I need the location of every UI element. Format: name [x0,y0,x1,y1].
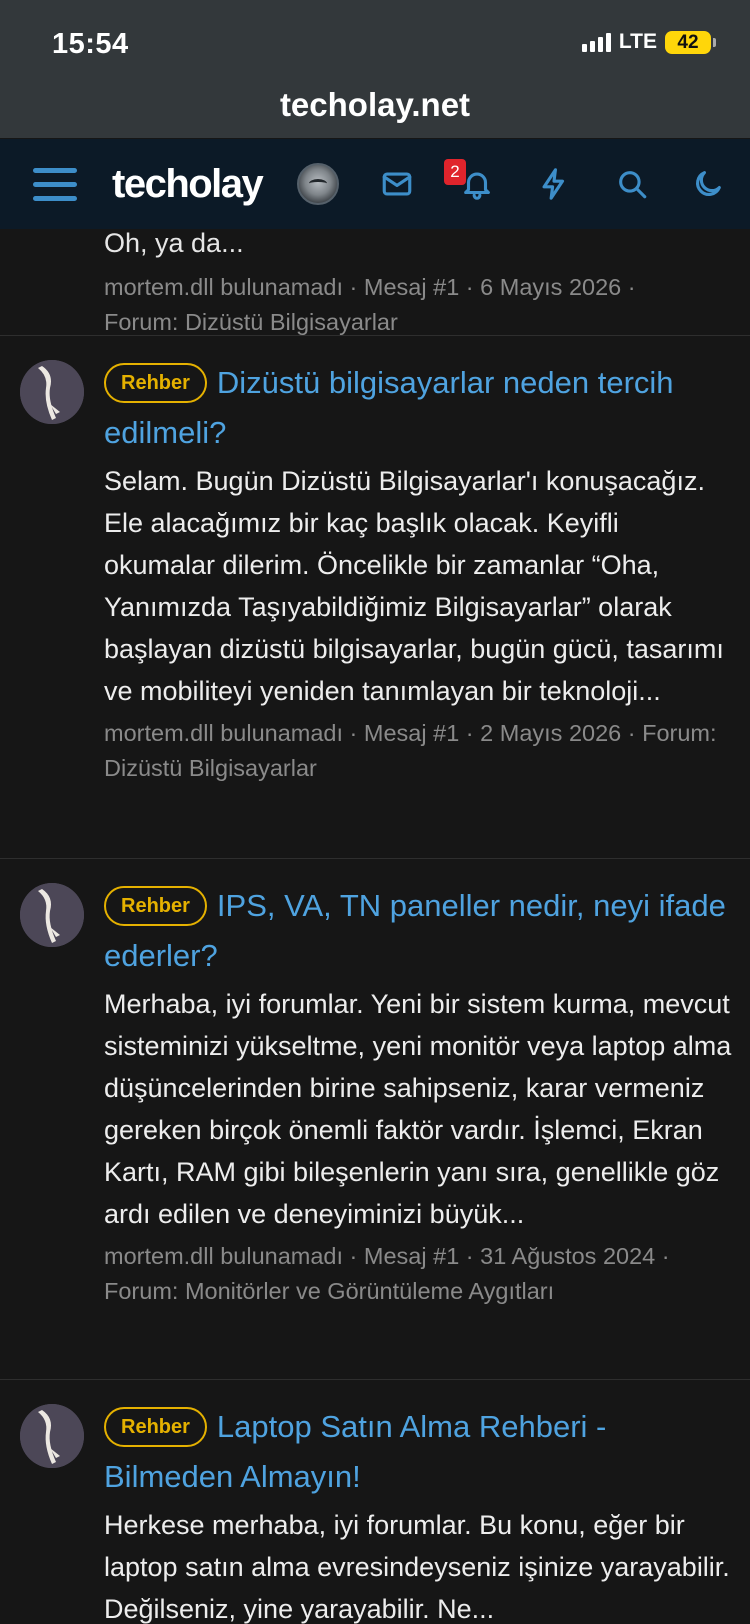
site-navbar: techolay 2 [0,139,750,229]
alert-count-badge: 2 [444,159,466,185]
author-avatar[interactable] [20,360,84,424]
signal-icon [581,32,611,52]
status-bar: 15:54 LTE 42 [0,0,750,88]
result-title[interactable]: Rehber Dizüstü bilgisayarlar neden tercih… [104,358,732,458]
bolt-icon[interactable] [529,139,579,229]
result-meta: mortem.dll bulunamadı · Mesaj #1 · 2 May… [104,720,717,781]
search-result[interactable]: Rehber Laptop Satın Alma Rehberi - Bilmed… [0,1379,750,1624]
status-indicators: LTE 42 [581,30,716,54]
result-title[interactable]: Rehber IPS, VA, TN paneller nedir, neyi i… [104,881,732,981]
battery-icon: 42 [665,30,711,54]
result-snippet: Oh, ya da... [104,229,244,258]
search-result[interactable]: Rehber IPS, VA, TN paneller nedir, neyi i… [0,858,750,1304]
user-avatar-icon[interactable] [297,163,339,205]
rehber-prefix-badge[interactable]: Rehber [104,886,207,926]
search-results: Oh, ya da... mortem.dll bulunamadı · Mes… [0,229,750,1624]
menu-icon[interactable] [28,139,82,229]
status-time: 15:54 [52,28,129,60]
search-result[interactable]: Rehber Dizüstü bilgisayarlar neden tercih… [0,335,750,781]
network-type: LTE [618,30,657,53]
site-logo[interactable]: techolay [112,139,264,229]
rehber-prefix-badge[interactable]: Rehber [104,1407,207,1447]
result-meta-line: mortem.dll bulunamadı · Mesaj #1 · 6 May… [104,274,636,300]
result-title[interactable]: Rehber Laptop Satın Alma Rehberi - Bilmed… [104,1402,732,1502]
mail-icon[interactable] [372,139,422,229]
url-text[interactable]: techolay.net [0,80,750,130]
moon-icon[interactable] [683,139,733,229]
search-icon[interactable] [607,139,657,229]
rehber-prefix-badge[interactable]: Rehber [104,363,207,403]
address-bar[interactable]: techolay.net [0,80,750,138]
result-snippet: Herkese merhaba, iyi forumlar. Bu konu, … [104,1510,730,1624]
author-avatar[interactable] [20,1404,84,1468]
result-snippet: Selam. Bugün Dizüstü Bilgisayarlar'ı kon… [104,466,724,706]
result-snippet: Merhaba, iyi forumlar. Yeni bir sistem k… [104,989,732,1229]
battery-tip [713,37,716,47]
result-meta: mortem.dll bulunamadı · Mesaj #1 · 6 May… [104,270,724,340]
result-meta: mortem.dll bulunamadı · Mesaj #1 · 31 Ağ… [104,1243,670,1304]
author-avatar[interactable] [20,883,84,947]
